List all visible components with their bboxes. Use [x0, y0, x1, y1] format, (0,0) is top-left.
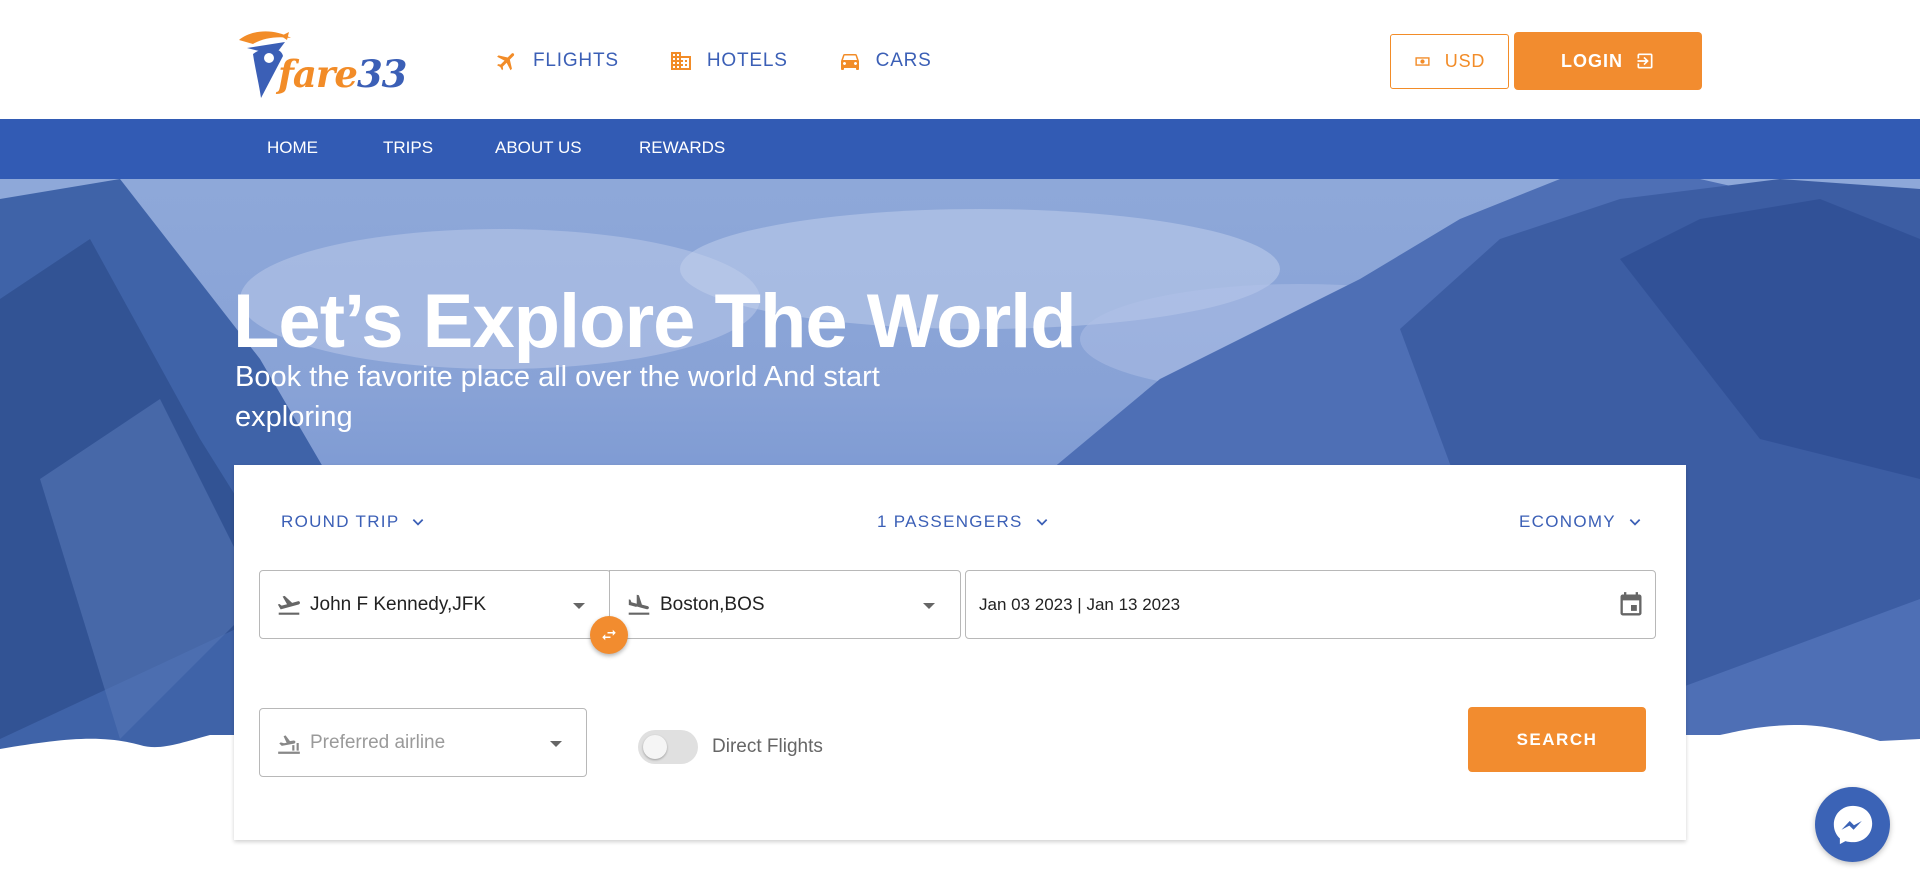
- nav-cars-label: CARS: [875, 50, 932, 71]
- swap-arrows-icon: [602, 629, 616, 641]
- cabin-class-label: ECONOMY: [1519, 512, 1616, 531]
- money-icon: [1415, 57, 1430, 66]
- search-button[interactable]: SEARCH: [1468, 707, 1646, 772]
- toggle-knob: [643, 735, 667, 759]
- login-label: LOGIN: [1561, 50, 1623, 71]
- trip-type-dropdown[interactable]: ROUND TRIP: [281, 512, 425, 532]
- nav-flights[interactable]: FLIGHTS: [495, 44, 619, 78]
- nav-hotels[interactable]: HOTELS: [669, 44, 788, 78]
- nav-hotels-label: HOTELS: [706, 50, 788, 71]
- trip-type-label: ROUND TRIP: [281, 512, 400, 531]
- travel-dates-field[interactable]: Jan 03 2023 | Jan 13 2023: [965, 570, 1656, 639]
- passengers-label: 1 PASSENGERS: [877, 512, 1023, 531]
- destination-airport-value: Boston,BOS: [660, 593, 765, 615]
- logo-wordmark: fare33: [278, 52, 407, 96]
- chevron-down-icon: [413, 519, 424, 526]
- messenger-chat-button[interactable]: [1815, 787, 1890, 862]
- currency-button[interactable]: USD: [1390, 34, 1509, 89]
- menu-home[interactable]: HOME: [267, 138, 318, 158]
- passengers-dropdown[interactable]: 1 PASSENGERS: [877, 512, 1049, 532]
- chevron-down-icon: [1629, 519, 1641, 526]
- travel-dates-value: Jan 03 2023 | Jan 13 2023: [979, 594, 1181, 614]
- menu-about-us[interactable]: ABOUT US: [495, 138, 582, 158]
- takeoff-icon: [277, 595, 300, 615]
- login-button[interactable]: LOGIN: [1514, 32, 1702, 90]
- origin-airport-field[interactable]: John F Kennedy,JFK: [259, 570, 611, 639]
- direct-flights-label: Direct Flights: [712, 736, 823, 757]
- messenger-icon: [1833, 805, 1872, 844]
- hero-title: Let’s Explore The World: [233, 279, 1077, 364]
- fare33-logo[interactable]: fare33: [233, 28, 408, 100]
- landing-icon: [628, 594, 650, 615]
- top-header: fare33 FLIGHTS HOTELS CARS USD LOGIN: [0, 0, 1920, 119]
- swap-airports-button[interactable]: [590, 616, 628, 654]
- dropdown-caret-icon: [923, 603, 935, 609]
- login-icon: [1637, 53, 1653, 69]
- building-icon: [670, 52, 691, 70]
- nav-flights-label: FLIGHTS: [533, 50, 619, 71]
- currency-label: USD: [1444, 51, 1486, 71]
- menu-rewards[interactable]: REWARDS: [639, 138, 725, 158]
- car-icon: [840, 54, 859, 70]
- origin-airport-value: John F Kennedy,JFK: [310, 593, 487, 615]
- destination-airport-field[interactable]: Boston,BOS: [609, 570, 961, 639]
- nav-cars[interactable]: CARS: [838, 44, 932, 78]
- airline-icon: [278, 734, 300, 754]
- flight-search-card: ROUND TRIP 1 PASSENGERS ECONOMY John F K…: [234, 465, 1686, 840]
- cabin-class-dropdown[interactable]: ECONOMY: [1519, 512, 1642, 532]
- preferred-airline-placeholder: Preferred airline: [310, 731, 446, 753]
- preferred-airline-field[interactable]: Preferred airline: [259, 708, 587, 777]
- calendar-icon[interactable]: [1617, 591, 1645, 619]
- hero-subtitle: Book the favorite place all over the wor…: [235, 361, 880, 433]
- secondary-nav: HOME TRIPS ABOUT US REWARDS: [0, 119, 1920, 179]
- plane-icon: [497, 53, 515, 71]
- dropdown-caret-icon: [550, 741, 562, 747]
- direct-flights-toggle[interactable]: [638, 730, 698, 764]
- chevron-down-icon: [1036, 519, 1047, 526]
- search-button-label: SEARCH: [1516, 729, 1598, 749]
- dropdown-caret-icon: [573, 603, 585, 609]
- menu-trips[interactable]: TRIPS: [383, 138, 433, 158]
- main-nav: FLIGHTS HOTELS CARS: [495, 44, 982, 78]
